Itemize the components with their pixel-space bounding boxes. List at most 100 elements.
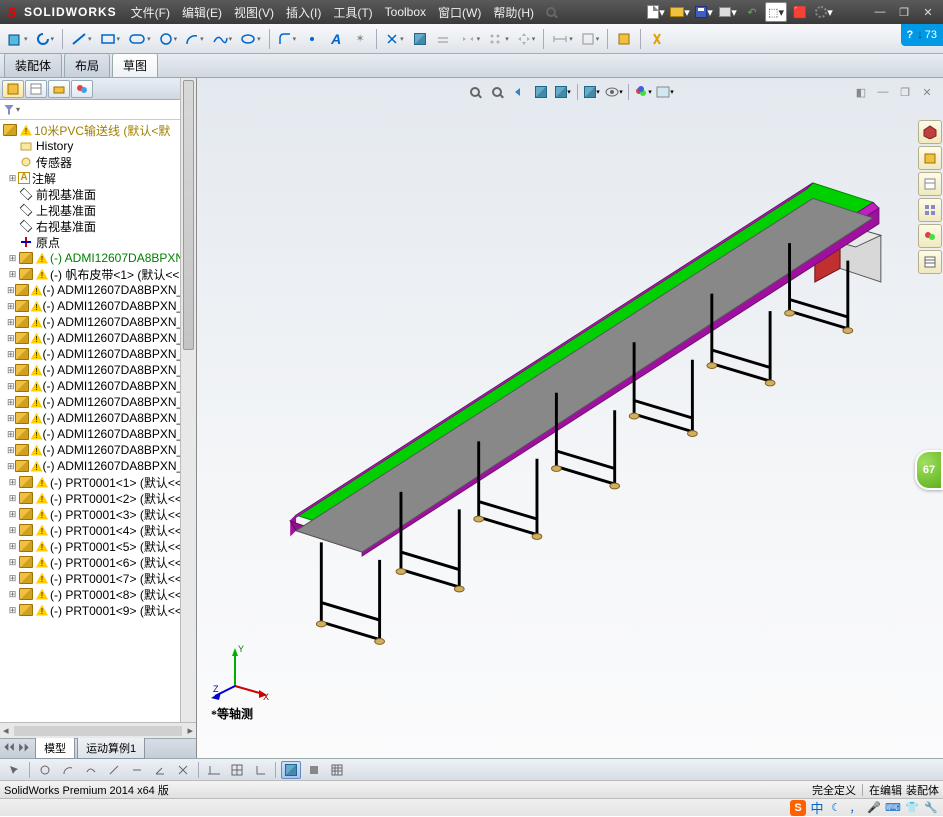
tool-point-icon[interactable]	[301, 27, 323, 51]
ime-punct-icon[interactable]: ，	[847, 800, 863, 816]
sk-shaded-edges-icon[interactable]	[281, 761, 301, 779]
menu-search-icon[interactable]	[540, 2, 562, 22]
menu-edit[interactable]: 编辑(E)	[176, 4, 228, 21]
tree-part[interactable]: ⊞!(-) ADMI12607DA8BPXN_2<	[0, 458, 196, 474]
menu-file[interactable]: 文件(F)	[125, 4, 176, 21]
ime-lang-icon[interactable]: 中	[809, 800, 825, 816]
tp-view-palette-icon[interactable]	[918, 198, 942, 222]
feature-tree[interactable]: ! 10米PVC输送线 (默认<默 History 传感器 ⊞ A 注解 前视基…	[0, 120, 196, 722]
qat-new-icon[interactable]: ▾	[645, 2, 667, 22]
qat-undo-icon[interactable]: ↶	[741, 2, 763, 22]
window-close-icon[interactable]: ✕	[917, 2, 939, 22]
menu-tools[interactable]: 工具(T)	[327, 4, 378, 21]
tree-part[interactable]: ⊞!(-) ADMI12607DA8BPXN_2<	[0, 442, 196, 458]
tool-circle-icon[interactable]: ▾	[156, 27, 181, 51]
tool-mirror-icon[interactable]: ▾	[457, 27, 484, 51]
ime-keyboard-icon[interactable]: ⌨	[885, 800, 901, 816]
sk-select-icon[interactable]	[4, 761, 24, 779]
btab-motion[interactable]: 运动算例1	[77, 738, 145, 759]
tp-appearances-icon[interactable]	[918, 224, 942, 248]
tab-assembly[interactable]: 装配体	[4, 53, 62, 77]
qat-rebuild-icon[interactable]: 🟥	[789, 2, 811, 22]
tp-resources-icon[interactable]	[918, 120, 942, 144]
window-minimize-icon[interactable]: —	[869, 2, 891, 22]
fp-tab-config-icon[interactable]	[48, 80, 70, 98]
tree-sensors[interactable]: 传感器	[0, 154, 196, 170]
tree-part[interactable]: ⊞!(-) PRT0001<9> (默认<<	[0, 602, 196, 618]
tree-part[interactable]: ⊞!(-) ADMI12607DA8BPXN_2<	[0, 378, 196, 394]
tool-fillet-icon[interactable]: ▾	[275, 27, 300, 51]
tree-part[interactable]: ⊞!(-) ADMI12607DA8BPXN_2<	[0, 426, 196, 442]
tool-arc-icon[interactable]: ▾	[182, 27, 207, 51]
menu-insert[interactable]: 插入(I)	[280, 4, 327, 21]
tree-part[interactable]: ⊞!(-) ADMI12607DA8BPXN_2<	[0, 298, 196, 314]
tree-part[interactable]: ⊞!(-) ADMI12607DA8BPXN_2<	[0, 282, 196, 298]
sk-axis-icon[interactable]	[204, 761, 224, 779]
tree-part[interactable]: ⊞!(-) ADMI12607DA8BPXN_2<	[0, 314, 196, 330]
tree-part[interactable]: ⊞!(-) PRT0001<4> (默认<<	[0, 522, 196, 538]
qat-save-icon[interactable]: ▾	[693, 2, 715, 22]
tree-right-plane[interactable]: 右视基准面	[0, 218, 196, 234]
tool-text-icon[interactable]: A	[325, 27, 347, 51]
tree-part[interactable]: ⊞!(-) 帆布皮带<1> (默认<<	[0, 266, 196, 282]
sk-cross-icon[interactable]	[173, 761, 193, 779]
tool-spline-icon[interactable]: ▾	[209, 27, 236, 51]
tree-part[interactable]: ⊞!(-) ADMI12607DA8BPXN_2<	[0, 410, 196, 426]
tool-line-icon[interactable]: ▾	[68, 27, 95, 51]
graphics-viewport[interactable]: ▾ ▾ ▾ ▾ ▾ ◧ — ❐ ✕	[197, 78, 943, 758]
tool-offset-icon[interactable]	[433, 27, 455, 51]
ime-skin-icon[interactable]: 👕	[904, 800, 920, 816]
tp-explorer-icon[interactable]	[918, 172, 942, 196]
tree-part[interactable]: ⊞!(-) PRT0001<7> (默认<<	[0, 570, 196, 586]
btab-model[interactable]: 模型	[35, 738, 75, 759]
tree-history[interactable]: History	[0, 138, 196, 154]
fp-tab-appearance-icon[interactable]	[71, 80, 93, 98]
tree-front-plane[interactable]: 前视基准面	[0, 186, 196, 202]
tree-part[interactable]: ⊞!(-) PRT0001<5> (默认<<	[0, 538, 196, 554]
ime-mic-icon[interactable]: 🎤	[866, 800, 882, 816]
tree-part[interactable]: ⊞!(-) PRT0001<6> (默认<<	[0, 554, 196, 570]
sk-wireframe-icon[interactable]	[327, 761, 347, 779]
tree-scrollbar[interactable]	[180, 78, 196, 722]
tree-origin[interactable]: 原点	[0, 234, 196, 250]
tool-quick-snap-icon[interactable]	[646, 27, 668, 51]
tree-part[interactable]: ⊞!(-) ADMI12607DA8BPXN_2<	[0, 362, 196, 378]
tree-root[interactable]: ! 10米PVC输送线 (默认<默	[0, 122, 196, 138]
sk-circle-icon[interactable]	[35, 761, 55, 779]
help-badge[interactable]: ? ↓ 73	[901, 24, 943, 46]
menu-view[interactable]: 视图(V)	[228, 4, 280, 21]
qat-open-icon[interactable]: ▾	[669, 2, 691, 22]
tree-part[interactable]: ⊞!(-) ADMI12607DA8BPXN_2<	[0, 330, 196, 346]
ime-moon-icon[interactable]: ☾	[828, 800, 844, 816]
tool-rect-icon[interactable]: ▾	[97, 27, 124, 51]
tool-plane-icon[interactable]: ✶	[349, 27, 371, 51]
fp-tab-feature-tree-icon[interactable]	[2, 80, 24, 98]
tree-top-plane[interactable]: 上视基准面	[0, 202, 196, 218]
tool-repair-icon[interactable]	[613, 27, 635, 51]
sk-diag-icon[interactable]	[104, 761, 124, 779]
menu-toolbox[interactable]: Toolbox	[379, 5, 432, 19]
tp-library-icon[interactable]	[918, 146, 942, 170]
tree-part[interactable]: ⊞!(-) PRT0001<2> (默认<<	[0, 490, 196, 506]
tool-extrude-icon[interactable]: ▾	[4, 27, 31, 51]
tool-trim-icon[interactable]: ▾	[382, 27, 407, 51]
tool-dimension-icon[interactable]: ▾	[549, 27, 576, 51]
tree-part[interactable]: ⊞!(-) PRT0001<1> (默认<<	[0, 474, 196, 490]
tool-revolve-icon[interactable]: ▾	[33, 27, 58, 51]
menu-window[interactable]: 窗口(W)	[432, 4, 487, 21]
tool-slot-icon[interactable]: ▾	[125, 27, 154, 51]
sk-angle-icon[interactable]	[150, 761, 170, 779]
feedback-badge[interactable]: 67	[915, 450, 943, 490]
tree-part[interactable]: ⊞!(-) ADMI12607DA8BPXN_2<	[0, 346, 196, 362]
sk-perp-icon[interactable]	[250, 761, 270, 779]
tree-highlight[interactable]: ⊞ ! (-) ADMI12607DA8BPXN	[0, 250, 196, 266]
qat-options-icon[interactable]: ▾	[813, 2, 835, 22]
tool-pattern-icon[interactable]: ▾	[485, 27, 512, 51]
menu-help[interactable]: 帮助(H)	[487, 4, 540, 21]
feature-filter[interactable]: ▾	[0, 100, 196, 120]
tree-hscroll[interactable]: ◂▸	[0, 722, 196, 738]
tab-sketch[interactable]: 草图	[112, 53, 158, 77]
tool-convert-icon[interactable]	[409, 27, 431, 51]
sk-grid-icon[interactable]	[227, 761, 247, 779]
fp-tab-property-icon[interactable]	[25, 80, 47, 98]
